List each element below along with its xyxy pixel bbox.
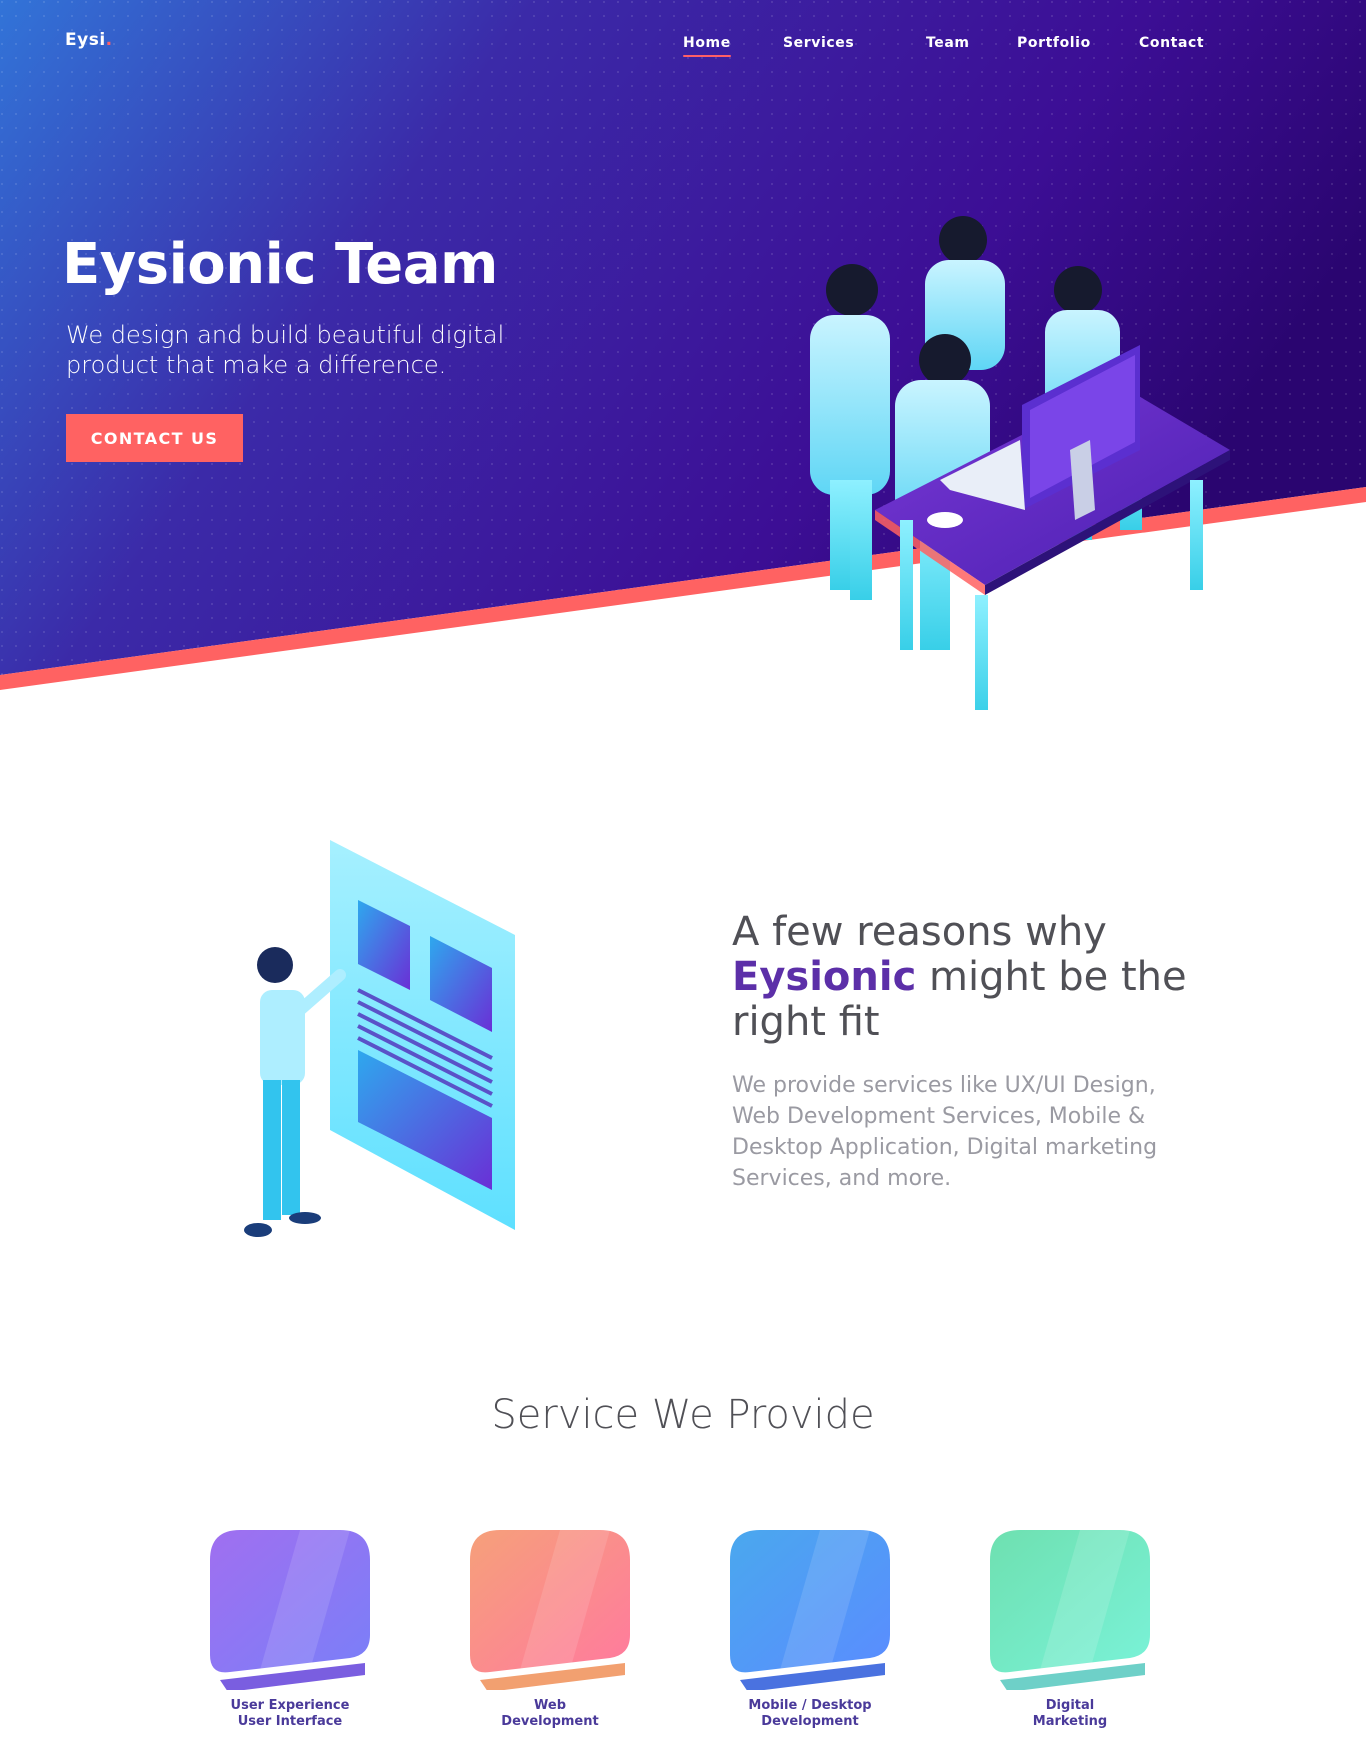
services-heading: Service We Provide bbox=[491, 1392, 875, 1438]
web-development-icon bbox=[470, 1530, 630, 1690]
service-card-mobile-desktop[interactable]: Mobile / Desktop Development bbox=[720, 1520, 900, 1750]
reasons-body: We provide services like UX/UI Design, W… bbox=[732, 1073, 1158, 1191]
hero-title: Eysionic Team bbox=[62, 232, 498, 297]
contact-us-button[interactable]: CONTACT US bbox=[66, 414, 243, 462]
digital-marketing-icon bbox=[990, 1530, 1150, 1690]
mobile-desktop-icon bbox=[730, 1530, 890, 1690]
service-label: User Experience User Interface bbox=[230, 1698, 350, 1729]
main-nav: Home Services Team Portfolio Contact bbox=[0, 35, 1366, 65]
reasons-heading: A few reasons why Eysionic might be the … bbox=[732, 910, 1202, 1045]
service-card-digital-marketing[interactable]: Digital Marketing bbox=[980, 1520, 1160, 1750]
service-label: Digital Marketing bbox=[1032, 1698, 1108, 1729]
service-label: Web Development bbox=[501, 1698, 599, 1729]
hero-subtitle: We design and build beautiful digital pr… bbox=[66, 321, 505, 379]
reasons-heading-brand: Eysionic bbox=[732, 954, 917, 1000]
nav-item-services[interactable]: Services bbox=[783, 35, 854, 51]
presentation-illustration bbox=[244, 840, 515, 1237]
reasons-heading-start: A few reasons why bbox=[732, 909, 1107, 955]
team-illustration bbox=[810, 216, 1230, 710]
nav-item-home[interactable]: Home bbox=[683, 35, 731, 57]
nav-item-portfolio[interactable]: Portfolio bbox=[1017, 35, 1091, 51]
service-card-ux-ui[interactable]: User Experience User Interface bbox=[200, 1520, 380, 1750]
nav-item-team[interactable]: Team bbox=[926, 35, 970, 51]
service-label: Mobile / Desktop Development bbox=[748, 1698, 872, 1729]
ux-ui-icon bbox=[210, 1530, 370, 1690]
service-card-web[interactable]: Web Development bbox=[460, 1520, 640, 1750]
nav-item-contact[interactable]: Contact bbox=[1139, 35, 1204, 51]
